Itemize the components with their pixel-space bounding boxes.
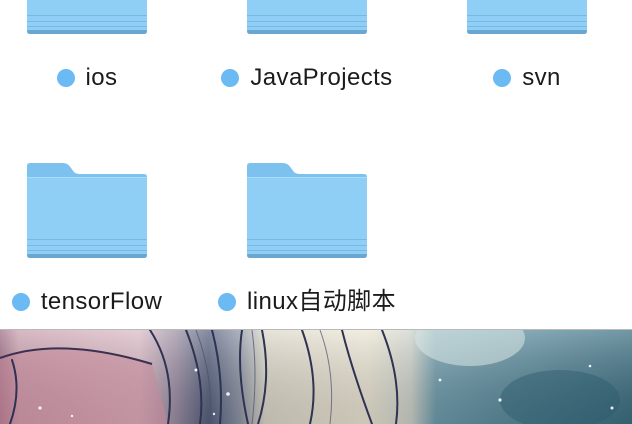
folder-icon[interactable]	[467, 0, 587, 34]
folder-graphic	[467, 0, 587, 34]
folder-label[interactable]: JavaProjects	[207, 66, 407, 90]
blue-tag-dot	[221, 69, 240, 87]
blue-tag-dot	[493, 69, 512, 87]
finder-icon-view[interactable]: ios JavaProjects svn tensorFlow linux自动脚…	[0, 0, 632, 329]
folder-graphic	[27, 0, 147, 34]
folder-icon[interactable]	[247, 0, 367, 34]
folder-item-javaprojects[interactable]: JavaProjects	[207, 0, 407, 99]
folder-graphic	[247, 163, 367, 258]
folder-item-svn[interactable]: svn	[427, 0, 627, 99]
folder-name[interactable]: tensorFlow	[41, 290, 162, 314]
blue-tag-dot	[218, 293, 237, 311]
screen: ios JavaProjects svn tensorFlow linux自动脚…	[0, 0, 632, 424]
folder-label[interactable]: tensorFlow	[0, 290, 187, 314]
folder-name[interactable]: linux自动脚本	[247, 290, 396, 314]
desktop-wallpaper	[0, 330, 632, 424]
folder-item-ios[interactable]: ios	[0, 0, 187, 99]
wallpaper-artwork	[0, 330, 632, 424]
folder-label[interactable]: svn	[427, 66, 627, 90]
blue-tag-dot	[11, 293, 30, 311]
folder-item-linux-scripts[interactable]: linux自动脚本	[207, 163, 407, 323]
folder-name[interactable]: svn	[522, 66, 561, 90]
folder-name[interactable]: JavaProjects	[250, 66, 392, 90]
folder-name[interactable]: ios	[86, 66, 118, 90]
folder-item-tensorflow[interactable]: tensorFlow	[0, 163, 187, 323]
folder-label[interactable]: ios	[0, 66, 187, 90]
folder-graphic	[247, 0, 367, 34]
folder-icon[interactable]	[247, 163, 367, 258]
folder-icon[interactable]	[27, 0, 147, 34]
folder-graphic	[27, 163, 147, 258]
folder-icon[interactable]	[27, 163, 147, 258]
folder-label[interactable]: linux自动脚本	[207, 290, 407, 314]
blue-tag-dot	[56, 69, 75, 87]
